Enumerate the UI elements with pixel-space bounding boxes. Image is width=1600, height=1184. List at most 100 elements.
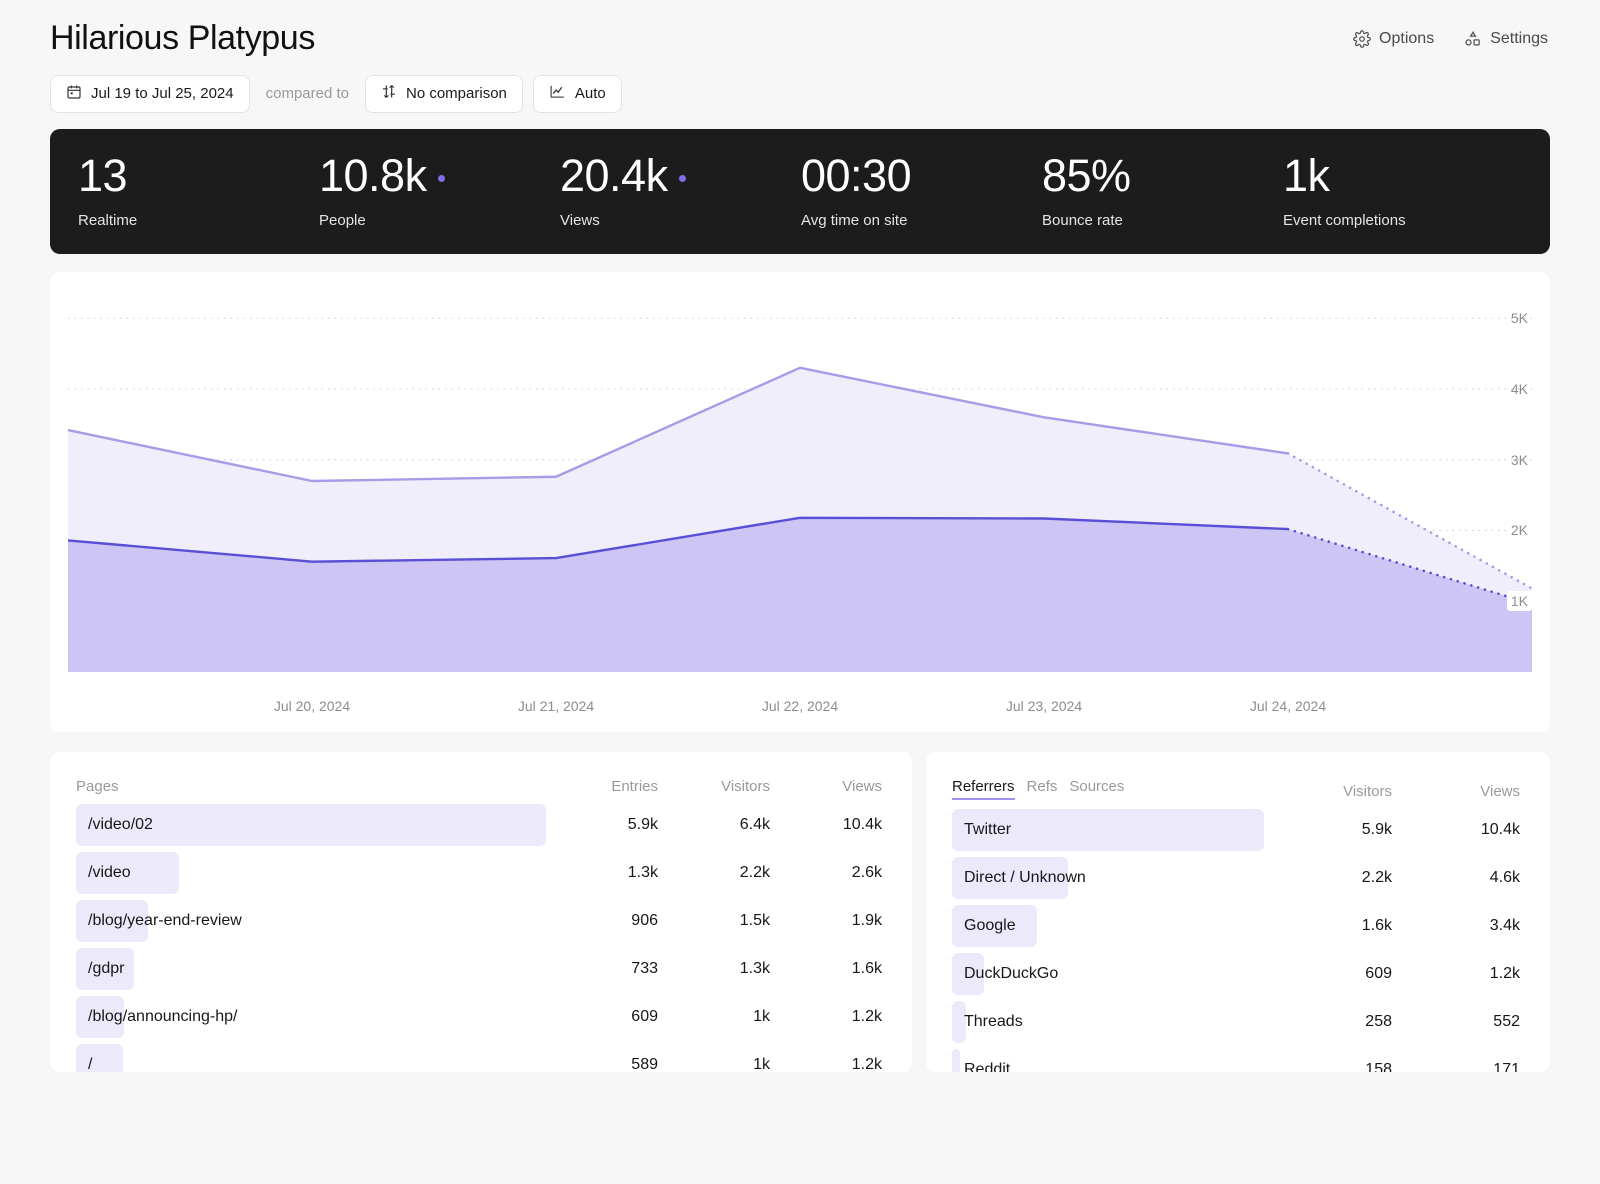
x-axis-tick: Jul 20, 2024 xyxy=(274,698,350,714)
referrers-table-header: Referrers Refs Sources Visitors Views xyxy=(952,778,1520,800)
entries-cell: 1.3k xyxy=(546,864,658,882)
stat-value: 00:30 xyxy=(801,153,1042,198)
chart-y-axis: 1K2K3K4K5K xyxy=(1494,272,1540,682)
stat-value: 13 xyxy=(78,153,319,198)
entries-column-header: Entries xyxy=(546,778,658,795)
referrers-table-body: Twitter5.9k10.4kDirect / Unknown2.2k4.6k… xyxy=(952,806,1520,1072)
ref-visitors-cell: 2.2k xyxy=(1264,869,1392,887)
table-row[interactable]: /video/025.9k6.4k10.4k xyxy=(76,801,882,849)
table-row[interactable]: Reddit 158171 xyxy=(952,1046,1520,1072)
shapes-icon xyxy=(1464,30,1482,48)
stat-label: Avg time on site xyxy=(801,212,1042,229)
entries-cell: 5.9k xyxy=(546,816,658,834)
tab-sources[interactable]: Sources xyxy=(1069,778,1124,798)
table-row[interactable]: Twitter5.9k10.4k xyxy=(952,806,1520,854)
table-row[interactable]: /video1.3k2.2k2.6k xyxy=(76,849,882,897)
filter-toolbar: Jul 19 to Jul 25, 2024 compared to No co… xyxy=(0,59,1600,113)
referrer-name-label: Twitter xyxy=(952,821,1011,839)
y-axis-tick: 4K xyxy=(1511,381,1528,397)
traffic-area-chart xyxy=(50,272,1550,732)
entries-cell: 609 xyxy=(546,1008,658,1026)
ref-views-cell: 10.4k xyxy=(1392,821,1520,839)
detail-tables: Pages Entries Visitors Views /video/02 5.… xyxy=(50,752,1550,1072)
referrer-name-cell: DuckDuckGo xyxy=(952,950,1264,998)
views-cell: 1.6k xyxy=(770,960,882,978)
y-axis-tick: 3K xyxy=(1511,452,1528,468)
views-cell: 1.2k xyxy=(770,1008,882,1026)
ref-views-cell: 1.2k xyxy=(1392,965,1520,983)
page-path-label: /blog/announcing-hp/ xyxy=(76,1008,237,1026)
stat-people[interactable]: 10.8kPeople xyxy=(319,153,560,229)
stat-value: 1k xyxy=(1283,153,1524,198)
table-row[interactable]: /blog/announcing-hp/6091k1.2k xyxy=(76,993,882,1041)
table-row[interactable]: /gdpr7331.3k1.6k xyxy=(76,945,882,993)
table-row[interactable]: Threads258552 xyxy=(952,998,1520,1046)
ref-visitors-cell: 258 xyxy=(1264,1013,1392,1031)
entries-cell: 906 xyxy=(546,912,658,930)
header-actions: Options Settings xyxy=(1353,18,1576,48)
interval-value: Auto xyxy=(575,85,606,102)
settings-button[interactable]: Settings xyxy=(1464,30,1548,48)
referrers-panel: Referrers Refs Sources Visitors Views Twit… xyxy=(926,752,1550,1072)
page-path-cell: /blog/announcing-hp/ xyxy=(76,993,546,1041)
live-indicator-dot xyxy=(438,175,445,182)
ref-views-cell: 552 xyxy=(1392,1013,1520,1031)
x-axis-tick: Jul 22, 2024 xyxy=(762,698,838,714)
ref-views-cell: 171 xyxy=(1392,1061,1520,1072)
page-path-label: /video/02 xyxy=(76,816,153,834)
referrer-name-cell: Twitter xyxy=(952,806,1264,854)
stat-value: 10.8k xyxy=(319,153,560,198)
stat-label: Realtime xyxy=(78,212,319,229)
interval-selector[interactable]: Auto xyxy=(533,75,622,113)
visitors-cell: 2.2k xyxy=(658,864,770,882)
date-range-value: Jul 19 to Jul 25, 2024 xyxy=(91,85,234,102)
stat-value: 20.4k xyxy=(560,153,801,198)
stat-event-completions[interactable]: 1k Event completions xyxy=(1283,153,1524,229)
comparison-selector[interactable]: No comparison xyxy=(365,75,523,113)
visitors-cell: 1k xyxy=(658,1056,770,1072)
settings-label: Settings xyxy=(1490,30,1548,48)
options-button[interactable]: Options xyxy=(1353,30,1434,48)
tab-referrers[interactable]: Referrers xyxy=(952,778,1015,800)
views-cell: 10.4k xyxy=(770,816,882,834)
stat-realtime[interactable]: 13 Realtime xyxy=(78,153,319,229)
ref-visitors-cell: 1.6k xyxy=(1264,917,1392,935)
referrer-name-label: Reddit xyxy=(952,1061,1010,1072)
ref-views-cell: 3.4k xyxy=(1392,917,1520,935)
x-axis-tick: Jul 24, 2024 xyxy=(1250,698,1326,714)
x-axis-tick: Jul 23, 2024 xyxy=(1006,698,1082,714)
visitors-cell: 1k xyxy=(658,1008,770,1026)
x-axis-tick: Jul 21, 2024 xyxy=(518,698,594,714)
tab-refs[interactable]: Refs xyxy=(1027,778,1058,798)
stat-avg-time-on-site[interactable]: 00:30 Avg time on site xyxy=(801,153,1042,229)
page-path-cell: /gdpr xyxy=(76,945,546,993)
table-row[interactable]: Google1.6k3.4k xyxy=(952,902,1520,950)
ref-visitors-cell: 158 xyxy=(1264,1061,1392,1072)
date-range-picker[interactable]: Jul 19 to Jul 25, 2024 xyxy=(50,75,250,113)
ref-views-column-header: Views xyxy=(1392,783,1520,800)
table-row[interactable]: /blog/year-end-review9061.5k1.9k xyxy=(76,897,882,945)
views-cell: 1.9k xyxy=(770,912,882,930)
page-path-label: /video xyxy=(76,864,131,882)
gear-icon xyxy=(1353,30,1371,48)
stat-label: Bounce rate xyxy=(1042,212,1283,229)
options-label: Options xyxy=(1379,30,1434,48)
table-row[interactable]: Direct / Unknown2.2k4.6k xyxy=(952,854,1520,902)
stat-bounce-rate[interactable]: 85% Bounce rate xyxy=(1042,153,1283,229)
referrers-tabs: Referrers Refs Sources xyxy=(952,778,1264,800)
table-row[interactable]: /5891k1.2k xyxy=(76,1041,882,1072)
referrer-name-cell: Direct / Unknown xyxy=(952,854,1264,902)
entries-cell: 733 xyxy=(546,960,658,978)
ref-visitors-column-header: Visitors xyxy=(1264,783,1392,800)
stat-value: 85% xyxy=(1042,153,1283,198)
pages-table-body: /video/025.9k6.4k10.4k/video1.3k2.2k2.6k… xyxy=(76,801,882,1072)
ref-views-cell: 4.6k xyxy=(1392,869,1520,887)
stat-label: Views xyxy=(560,212,801,229)
pages-column-header: Pages xyxy=(76,778,546,795)
stat-label: Event completions xyxy=(1283,212,1524,229)
stat-views[interactable]: 20.4k Views xyxy=(560,153,801,229)
comparison-value: No comparison xyxy=(406,85,507,102)
live-indicator-dot xyxy=(679,175,686,182)
table-row[interactable]: DuckDuckGo6091.2k xyxy=(952,950,1520,998)
traffic-chart-card[interactable]: 1K2K3K4K5K Jul 20, 2024Jul 21, 2024Jul 2… xyxy=(50,272,1550,732)
